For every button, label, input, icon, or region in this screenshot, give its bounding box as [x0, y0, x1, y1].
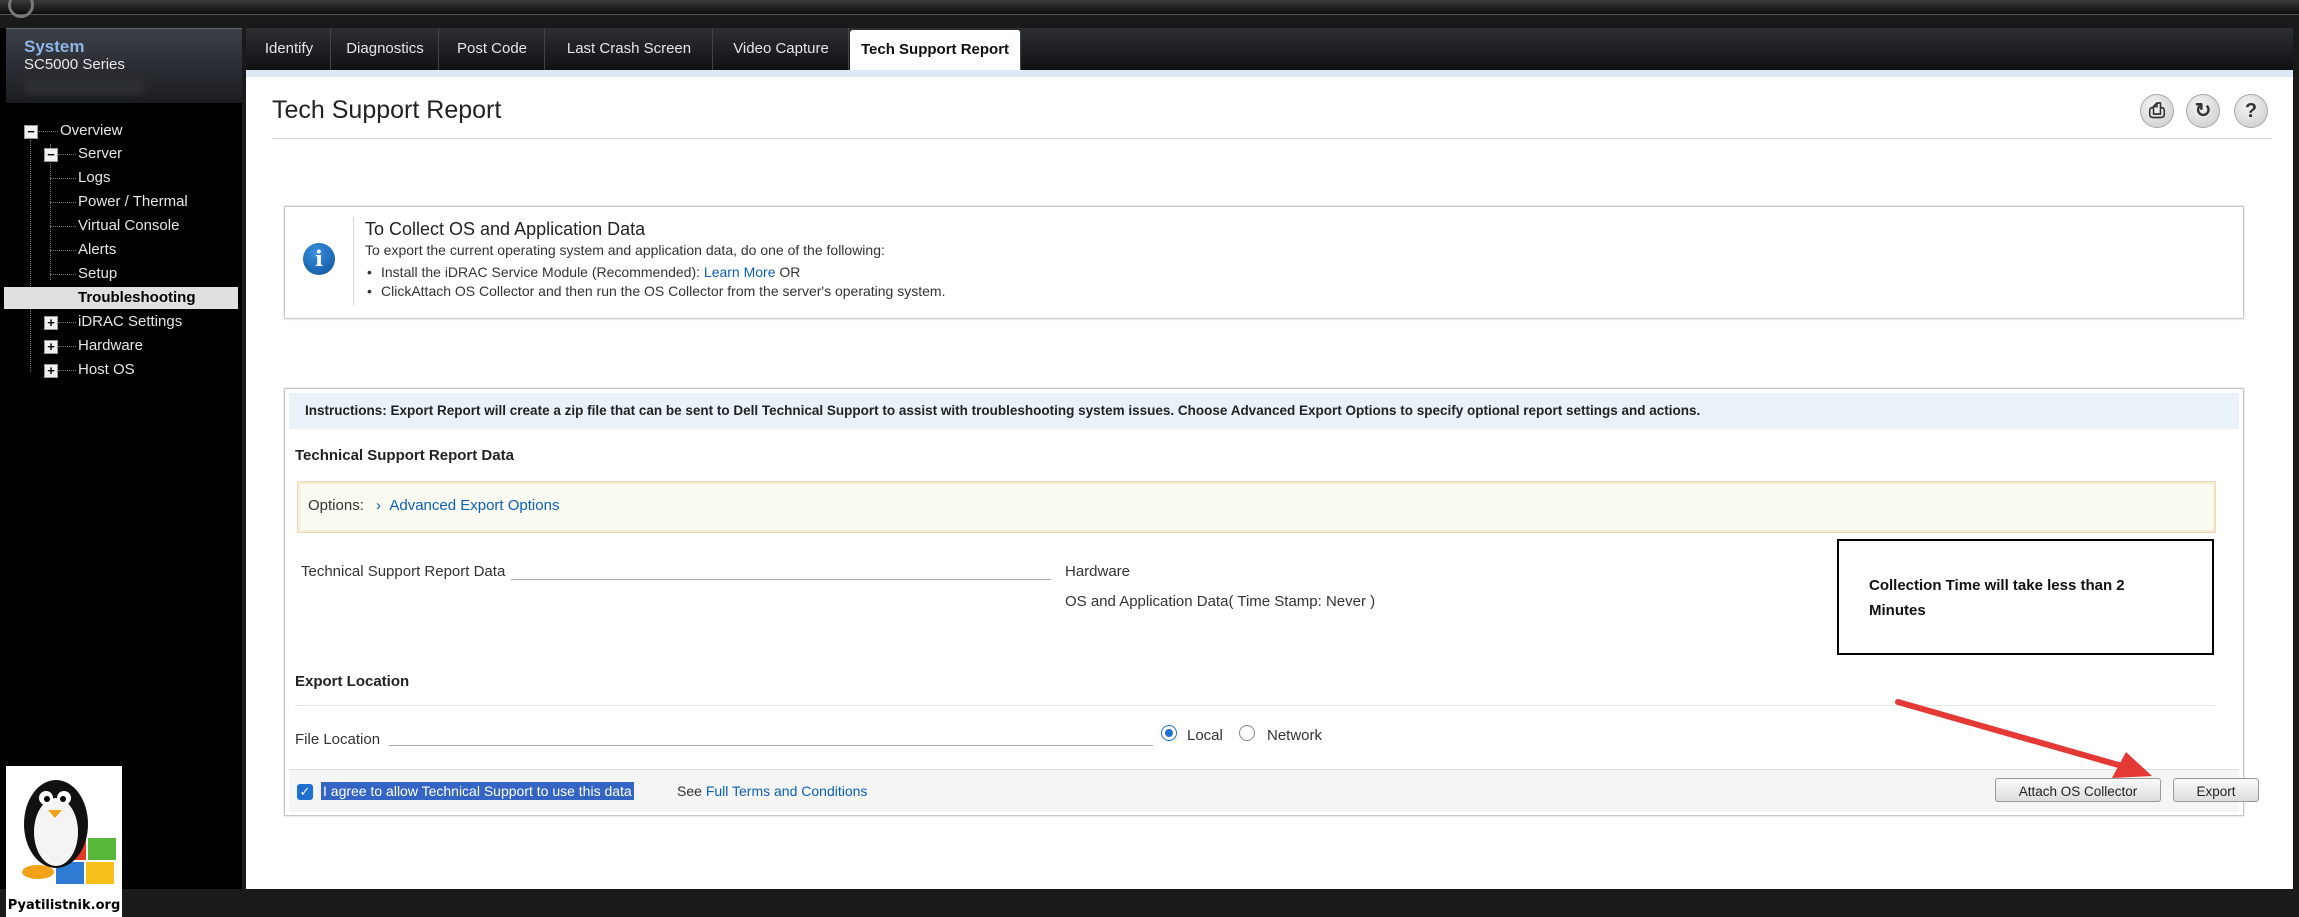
info-title: To Collect OS and Application Data: [365, 219, 646, 239]
collection-time-callout: Collection Time will take less than 2 Mi…: [1837, 539, 2214, 655]
collapse-server-icon[interactable]: −: [44, 148, 58, 162]
radio-local[interactable]: [1161, 725, 1177, 741]
tree-item-overview[interactable]: Overview: [60, 120, 123, 142]
tree-item-alerts[interactable]: Alerts: [78, 239, 116, 261]
tree-item-host-os[interactable]: Host OS: [78, 359, 135, 381]
tree-item-idrac-settings[interactable]: iDRAC Settings: [78, 311, 182, 333]
annotation-arrow: [1895, 699, 2152, 778]
tab-bar: Identify Diagnostics Post Code Last Cras…: [246, 28, 2293, 70]
penguin-windows-logo-icon: [22, 780, 116, 884]
title-divider: [272, 138, 2272, 139]
info-bullet-ism: Install the iDRAC Service Module (Recomm…: [367, 264, 801, 280]
collapse-overview-icon[interactable]: −: [24, 125, 38, 139]
radio-network[interactable]: [1239, 725, 1255, 741]
expand-idrac-icon[interactable]: +: [44, 316, 58, 330]
print-icon[interactable]: ⎙: [2140, 94, 2174, 128]
system-model: SC5000 Series: [24, 56, 125, 73]
info-bullet-os-collector: ClickAttach OS Collector and then run th…: [367, 283, 945, 299]
tree-item-setup[interactable]: Setup: [78, 263, 117, 285]
export-location-title: Export Location: [295, 673, 410, 690]
os-data-info-panel: i To Collect OS and Application Data To …: [284, 206, 2244, 319]
help-icon[interactable]: ?: [2234, 94, 2268, 128]
tree-item-server[interactable]: Server: [78, 143, 122, 165]
report-data-label: Technical Support Report Data: [301, 563, 506, 580]
instructions-bar: Instructions: Export Report will create …: [289, 393, 2239, 429]
watermark-text: Pyatilistnik.org: [7, 898, 121, 913]
advanced-export-options-label: Advanced Export Options: [389, 497, 560, 514]
system-header[interactable]: System SC5000 Series: [6, 28, 242, 103]
tab-diagnostics[interactable]: Diagnostics: [332, 28, 439, 70]
radio-network-label[interactable]: Network: [1267, 727, 1322, 744]
system-title: System: [24, 37, 85, 56]
tree-item-hardware[interactable]: Hardware: [78, 335, 143, 357]
page-title: Tech Support Report: [272, 96, 502, 124]
tab-identify[interactable]: Identify: [248, 28, 331, 70]
info-subtitle: To export the current operating system a…: [365, 242, 885, 258]
learn-more-link[interactable]: Learn More: [704, 264, 776, 280]
chevron-right-icon: ›: [376, 497, 390, 514]
refresh-icon[interactable]: ↻: [2186, 94, 2220, 128]
tree-item-virtual-console[interactable]: Virtual Console: [78, 215, 179, 237]
top-header-bar: [0, 0, 2299, 18]
expand-hardware-icon[interactable]: +: [44, 340, 58, 354]
tab-tech-support-report[interactable]: Tech Support Report: [850, 30, 1021, 70]
radio-local-label[interactable]: Local: [1187, 727, 1223, 744]
watermark-logo: Pyatilistnik.org: [6, 766, 122, 917]
info-bullet-ism-text: Install the iDRAC Service Module (Recomm…: [381, 264, 701, 280]
instructions-text: Export Report will create a zip file tha…: [390, 403, 1701, 418]
info-bullet-or: OR: [779, 264, 801, 280]
export-button[interactable]: Export: [2173, 778, 2259, 802]
tree-item-logs[interactable]: Logs: [78, 167, 111, 189]
agree-text[interactable]: I agree to allow Technical Support to us…: [321, 782, 634, 800]
tree-item-troubleshooting[interactable]: Troubleshooting: [4, 287, 238, 309]
options-label: Options:: [308, 497, 364, 514]
file-location-label: File Location: [295, 731, 381, 748]
tab-post-code[interactable]: Post Code: [440, 28, 545, 70]
system-hostname-blurred: [24, 75, 144, 95]
advanced-export-options-link[interactable]: › Advanced Export Options: [376, 497, 559, 514]
tab-video-capture[interactable]: Video Capture: [714, 28, 849, 70]
agree-checkbox[interactable]: ✓: [297, 784, 313, 800]
terms-line: See Full Terms and Conditions: [677, 783, 867, 799]
info-icon: i: [303, 243, 335, 275]
tab-underline: [246, 70, 2293, 77]
tab-last-crash-screen[interactable]: Last Crash Screen: [546, 28, 713, 70]
collection-time-text: Collection Time will take less than 2 Mi…: [1869, 577, 2125, 619]
sidebar: System SC5000 Series − Overview − Server…: [0, 28, 242, 917]
tree-item-power-thermal[interactable]: Power / Thermal: [78, 191, 188, 213]
instructions-label: Instructions:: [305, 403, 387, 418]
expand-hostos-icon[interactable]: +: [44, 364, 58, 378]
report-data-os: OS and Application Data( Time Stamp: Nev…: [1065, 593, 1376, 610]
full-terms-link[interactable]: Full Terms and Conditions: [706, 783, 868, 799]
options-box: Options: › Advanced Export Options: [297, 481, 2216, 533]
report-data-hardware: Hardware: [1065, 563, 1131, 580]
see-text: See: [677, 783, 702, 799]
section-title-report-data: Technical Support Report Data: [295, 447, 514, 464]
brand-logo-icon: [8, 0, 34, 18]
